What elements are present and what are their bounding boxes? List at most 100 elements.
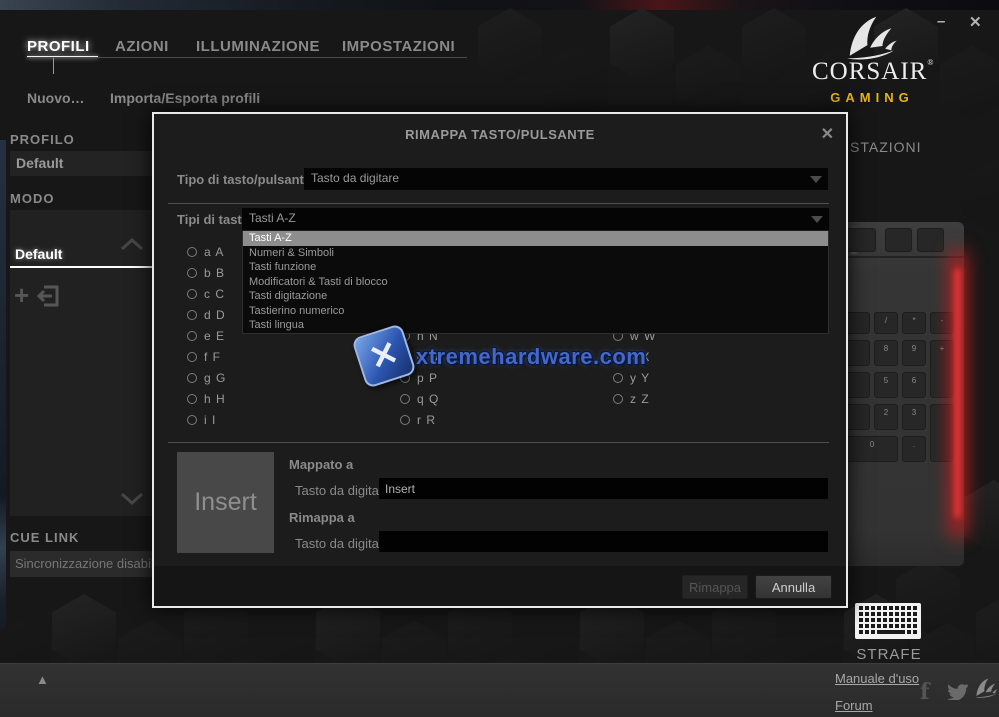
radio-label: z Z bbox=[630, 392, 650, 406]
radio-label: f F bbox=[204, 350, 221, 364]
footer-bar: ▲ Manuale d'uso Forum f bbox=[0, 663, 999, 717]
minimize-button[interactable]: – bbox=[937, 13, 945, 30]
key-radio-qQ[interactable]: q Q bbox=[400, 392, 439, 406]
key-type-select[interactable]: Tasto da digitare bbox=[304, 168, 828, 190]
radio-circle-icon bbox=[613, 394, 623, 404]
watermark-text: xtremehardware.com bbox=[416, 344, 646, 370]
key-radio-iI[interactable]: i I bbox=[187, 413, 216, 427]
brand-gaming-label: GAMING bbox=[812, 90, 932, 105]
desktop-background-sliver bbox=[0, 140, 6, 663]
remap-button[interactable]: Rimappa bbox=[682, 575, 748, 599]
mapped-key-input[interactable] bbox=[379, 478, 828, 499]
mode-active-underline bbox=[10, 266, 152, 268]
cue-link-status[interactable]: Sincronizzazione disabil bbox=[10, 551, 155, 577]
forum-link[interactable]: Forum bbox=[835, 698, 873, 713]
key-radio-rR[interactable]: r R bbox=[400, 413, 436, 427]
new-profile-button[interactable]: Nuovo… bbox=[27, 90, 85, 106]
key-group-select[interactable]: Tasti A-Z bbox=[242, 208, 829, 230]
strafe-keyboard-icon[interactable] bbox=[855, 603, 921, 639]
dropdown-option[interactable]: Tasti funzione bbox=[243, 260, 828, 275]
nav-underline bbox=[27, 57, 467, 58]
mode-panel: Default + bbox=[10, 210, 152, 516]
key-radio-gG[interactable]: g G bbox=[187, 371, 226, 385]
corsair-sails-icon bbox=[843, 15, 899, 61]
key-group-label: Tipi di tasti bbox=[177, 212, 245, 227]
key-group-value: Tasti A-Z bbox=[249, 211, 296, 225]
manual-link[interactable]: Manuale d'uso bbox=[835, 671, 919, 686]
keyboard-key bbox=[846, 372, 870, 398]
keyboard-icon-row bbox=[859, 606, 917, 610]
keyboard-icon-row bbox=[859, 618, 917, 622]
dialog-close-icon[interactable]: ✕ bbox=[821, 124, 834, 144]
facebook-icon[interactable]: f bbox=[920, 679, 929, 705]
dropdown-option[interactable]: Tasti digitazione bbox=[243, 289, 828, 304]
keyboard-icon-row bbox=[859, 612, 917, 616]
add-mode-button[interactable]: + bbox=[14, 280, 29, 311]
tab-illuminazione[interactable]: ILLUMINAZIONE bbox=[196, 38, 320, 55]
hexagon bbox=[544, 46, 608, 120]
keyboard-key bbox=[885, 228, 912, 252]
cue-link-header: CUE LINK bbox=[10, 530, 79, 545]
watermark: ✕ xtremehardware.com bbox=[358, 330, 618, 390]
profile-item-default[interactable]: Default bbox=[10, 151, 158, 176]
right-panel-header: STAZIONI bbox=[850, 139, 922, 155]
dropdown-option[interactable]: Modificatori & Tasti di blocco bbox=[243, 275, 828, 290]
dropdown-arrow-icon bbox=[810, 176, 822, 183]
divider bbox=[168, 442, 829, 443]
tab-azioni[interactable]: AZIONI bbox=[115, 38, 169, 55]
dropdown-option[interactable]: Numeri & Simboli bbox=[243, 246, 828, 261]
keyboard-key-8: 8 bbox=[874, 340, 898, 366]
key-radio-cC[interactable]: c C bbox=[187, 287, 225, 301]
close-button[interactable]: ✕ bbox=[969, 13, 982, 31]
dropdown-option[interactable]: Tastierino numerico bbox=[243, 304, 828, 319]
key-preview: Insert bbox=[177, 452, 274, 553]
chevron-up-icon[interactable] bbox=[120, 238, 144, 251]
hexagon bbox=[742, 8, 806, 82]
hexagon bbox=[976, 594, 999, 668]
tab-impostazioni[interactable]: IMPOSTAZIONI bbox=[342, 38, 455, 55]
hexagon bbox=[676, 46, 740, 120]
twitter-icon[interactable] bbox=[946, 682, 968, 700]
key-type-label: Tipo di tasto/pulsante bbox=[177, 172, 311, 187]
radio-label: b B bbox=[204, 266, 225, 280]
keyboard-key-9: 9 bbox=[902, 340, 926, 366]
import-export-button[interactable]: Importa/Esporta profili bbox=[110, 90, 260, 106]
nav-tick bbox=[53, 58, 54, 74]
dropdown-arrow-icon bbox=[811, 216, 823, 223]
key-radio-eE[interactable]: e E bbox=[187, 329, 225, 343]
device-name-label: STRAFE bbox=[853, 646, 925, 663]
radio-circle-icon bbox=[187, 247, 197, 257]
key-radio-bB[interactable]: b B bbox=[187, 266, 225, 280]
tab-profili[interactable]: PROFILI bbox=[27, 38, 90, 55]
scroll-up-icon[interactable]: ▲ bbox=[36, 672, 49, 687]
key-radio-aA[interactable]: a A bbox=[187, 245, 224, 259]
keyboard-key-5: 5 bbox=[874, 372, 898, 398]
profilo-header: PROFILO bbox=[10, 132, 75, 147]
cancel-button[interactable]: Annulla bbox=[755, 575, 832, 599]
mode-item-default[interactable]: Default bbox=[15, 246, 62, 262]
key-radio-zZ[interactable]: z Z bbox=[613, 392, 650, 406]
keyboard-key bbox=[846, 228, 876, 252]
keyboard-key-/: / bbox=[874, 312, 898, 334]
divider bbox=[168, 203, 829, 204]
brand-name: CORSAIR® bbox=[812, 58, 932, 86]
radio-circle-icon bbox=[187, 394, 197, 404]
remap-key-input[interactable] bbox=[379, 531, 828, 552]
hexagon bbox=[610, 8, 674, 82]
key-radio-hH[interactable]: h H bbox=[187, 392, 226, 406]
hexagon bbox=[52, 594, 116, 668]
key-radio-dD[interactable]: d D bbox=[187, 308, 226, 322]
import-mode-icon[interactable] bbox=[36, 284, 60, 308]
remap-to-label: Rimappa a bbox=[289, 510, 355, 525]
radio-label: i I bbox=[204, 413, 216, 427]
corsair-community-icon[interactable] bbox=[974, 677, 998, 699]
radio-label: q Q bbox=[417, 392, 439, 406]
key-radio-fF[interactable]: f F bbox=[187, 350, 221, 364]
radio-circle-icon bbox=[187, 415, 197, 425]
mapped-field-label: Tasto da digitare bbox=[295, 483, 390, 498]
watermark-x-icon: ✕ bbox=[351, 323, 417, 389]
chevron-down-icon[interactable] bbox=[120, 492, 144, 505]
key-radio-yY[interactable]: y Y bbox=[613, 371, 650, 385]
brand-reg-mark: ® bbox=[927, 58, 934, 67]
dropdown-option[interactable]: Tasti A-Z bbox=[243, 231, 828, 246]
